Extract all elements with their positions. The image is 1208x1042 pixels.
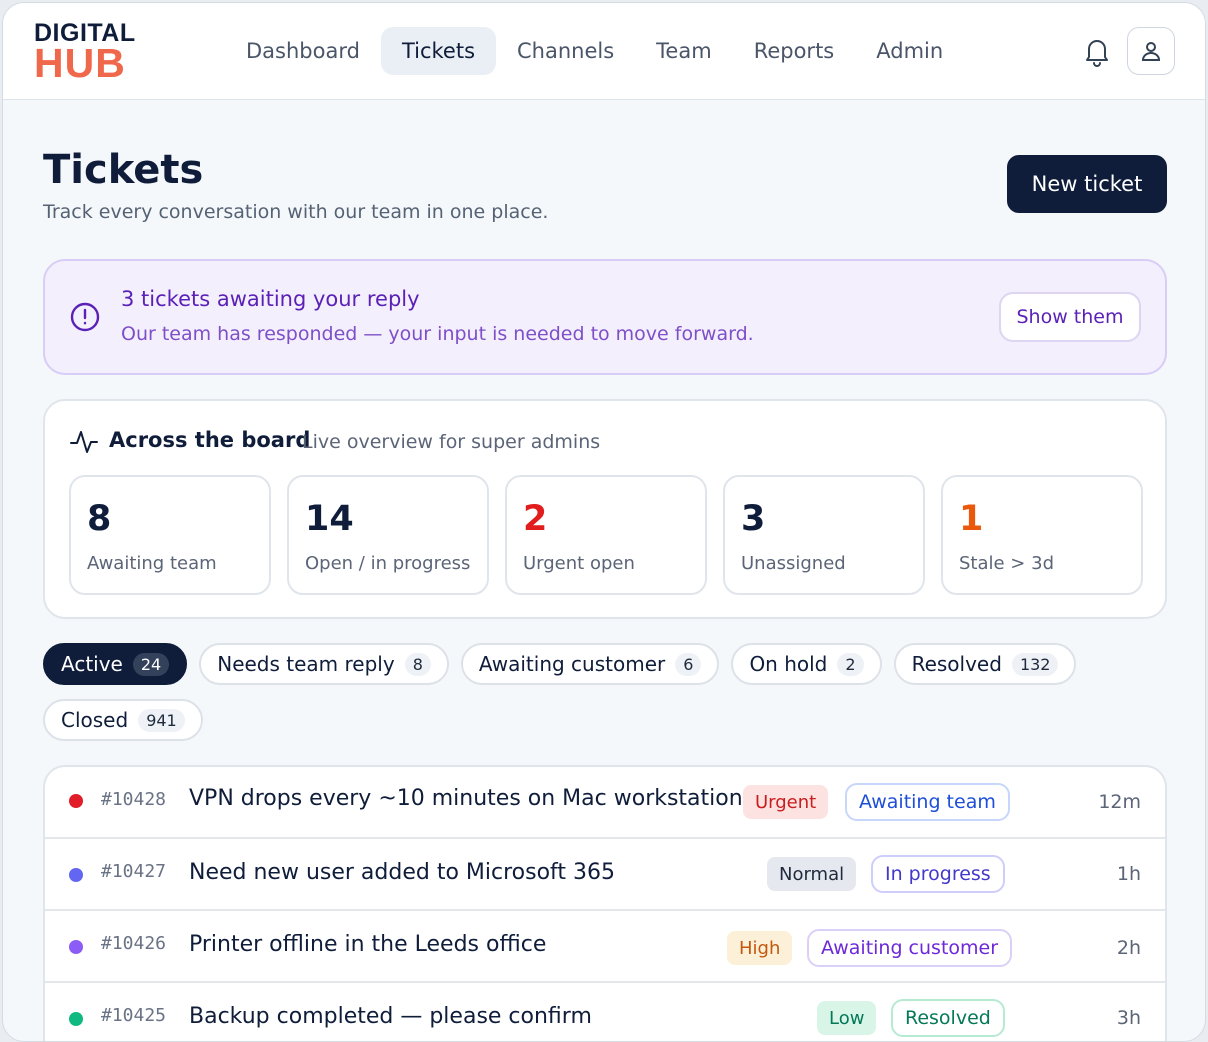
- filter-awaiting-customer[interactable]: Awaiting customer 6: [460, 643, 720, 685]
- overview-panel: Across the board Live overview for super…: [43, 399, 1167, 619]
- nav-team[interactable]: Team: [635, 27, 733, 75]
- stat-value: 3: [741, 499, 766, 539]
- filter-chips: Active 24 Needs team reply 8 Awaiting cu…: [43, 643, 1173, 741]
- page-subtitle: Track every conversation with our team i…: [43, 201, 549, 223]
- filter-label: Needs team reply: [217, 652, 395, 676]
- stat-label: Urgent open: [523, 553, 635, 574]
- stat-label: Unassigned: [741, 553, 846, 574]
- filter-label: Active: [61, 652, 123, 676]
- new-ticket-button[interactable]: New ticket: [1007, 155, 1167, 213]
- status-badge: In progress: [871, 855, 1005, 893]
- user-menu-button[interactable]: [1127, 27, 1175, 75]
- priority-dot: [69, 940, 83, 954]
- nav-admin[interactable]: Admin: [855, 27, 964, 75]
- ticket-row[interactable]: #10426 Printer offline in the Leeds offi…: [45, 911, 1165, 983]
- ticket-id: #10426: [101, 933, 167, 954]
- stat-card-unassigned[interactable]: 3 Unassigned: [723, 475, 925, 595]
- priority-dot: [69, 794, 83, 808]
- main-nav: Dashboard Tickets Channels Team Reports …: [225, 27, 964, 75]
- stat-value: 8: [87, 499, 112, 539]
- user-icon: [1141, 42, 1161, 61]
- ticket-row[interactable]: #10425 Backup completed — please confirm…: [45, 983, 1165, 1041]
- ticket-id: #10425: [101, 1005, 167, 1026]
- filter-count: 132: [1011, 652, 1059, 676]
- filter-needs-team-reply[interactable]: Needs team reply 8: [199, 643, 449, 685]
- ticket-title[interactable]: Printer offline in the Leeds office: [189, 932, 546, 957]
- filter-count: 941: [138, 708, 185, 732]
- filter-label: Awaiting customer: [478, 652, 666, 676]
- ticket-id: #10428: [101, 789, 167, 810]
- filter-resolved[interactable]: Resolved 132: [893, 643, 1077, 685]
- ticket-age: 12m: [1098, 791, 1141, 813]
- filter-label: On hold: [749, 652, 828, 676]
- stats-row: 8 Awaiting team 14 Open / in progress 2 …: [69, 475, 1143, 595]
- nav-dashboard[interactable]: Dashboard: [225, 27, 381, 75]
- ticket-list: #10428 VPN drops every ~10 minutes on Ma…: [43, 765, 1167, 1041]
- priority-dot: [69, 868, 83, 882]
- filter-count: 6: [675, 652, 702, 676]
- ticket-title[interactable]: Need new user added to Microsoft 365: [189, 860, 615, 885]
- overview-subtitle: Live overview for super admins: [302, 431, 601, 453]
- activity-icon: [69, 429, 99, 455]
- priority-badge: High: [727, 931, 793, 965]
- stat-label: Open / in progress: [305, 553, 471, 574]
- status-badge: Awaiting customer: [807, 929, 1013, 967]
- nav-tickets[interactable]: Tickets: [380, 27, 497, 75]
- priority-dot: [69, 1012, 83, 1026]
- filter-label: Resolved: [911, 652, 1002, 676]
- ticket-id: #10427: [101, 861, 167, 882]
- stat-card-urgent-open[interactable]: 2 Urgent open: [505, 475, 707, 595]
- stat-value: 2: [523, 499, 548, 539]
- app-frame: DIGITAL HUB Dashboard Tickets Channels T…: [2, 2, 1206, 1042]
- priority-badge: Normal: [767, 857, 857, 891]
- logo[interactable]: DIGITAL HUB: [34, 21, 136, 84]
- stat-card-awaiting-team[interactable]: 8 Awaiting team: [69, 475, 271, 595]
- stat-value: 1: [959, 499, 984, 539]
- ticket-row[interactable]: #10428 VPN drops every ~10 minutes on Ma…: [45, 767, 1165, 839]
- priority-badge: Urgent: [743, 785, 829, 819]
- overview-title: Across the board: [109, 428, 311, 452]
- ticket-age: 1h: [1116, 863, 1141, 885]
- stat-label: Stale > 3d: [959, 553, 1054, 574]
- filter-closed[interactable]: Closed 941: [43, 699, 203, 741]
- ticket-age: 3h: [1116, 1007, 1141, 1029]
- filter-on-hold[interactable]: On hold 2: [731, 643, 882, 685]
- page-title: Tickets: [43, 147, 204, 193]
- stat-card-open-in-progress[interactable]: 14 Open / in progress: [287, 475, 489, 595]
- status-badge: Resolved: [891, 999, 1005, 1037]
- stat-card-stale[interactable]: 1 Stale > 3d: [941, 475, 1143, 595]
- ticket-title[interactable]: Backup completed — please confirm: [189, 1004, 592, 1029]
- filter-label: Closed: [61, 708, 129, 732]
- stat-label: Awaiting team: [87, 553, 217, 574]
- ticket-title[interactable]: VPN drops every ~10 minutes on Mac works…: [189, 786, 754, 811]
- filter-count: 24: [132, 652, 170, 676]
- show-them-button[interactable]: Show them: [999, 292, 1141, 342]
- top-bar: DIGITAL HUB Dashboard Tickets Channels T…: [3, 3, 1205, 100]
- alert-title: 3 tickets awaiting your reply: [121, 287, 420, 311]
- priority-badge: Low: [817, 1001, 877, 1035]
- awaiting-reply-alert: 3 tickets awaiting your reply Our team h…: [43, 259, 1167, 375]
- ticket-row[interactable]: #10427 Need new user added to Microsoft …: [45, 839, 1165, 911]
- stat-value: 14: [305, 499, 354, 539]
- logo-bottom-text: HUB: [34, 40, 126, 86]
- bell-icon[interactable]: [1083, 37, 1111, 67]
- status-badge: Awaiting team: [845, 783, 1010, 821]
- filter-active[interactable]: Active 24: [43, 643, 188, 685]
- ticket-age: 2h: [1116, 937, 1141, 959]
- filter-count: 8: [404, 652, 431, 676]
- nav-channels[interactable]: Channels: [496, 27, 635, 75]
- filter-count: 2: [837, 652, 864, 676]
- nav-reports[interactable]: Reports: [733, 27, 856, 75]
- alert-circle-icon: [69, 301, 101, 333]
- alert-subtitle: Our team has responded — your input is n…: [121, 323, 754, 345]
